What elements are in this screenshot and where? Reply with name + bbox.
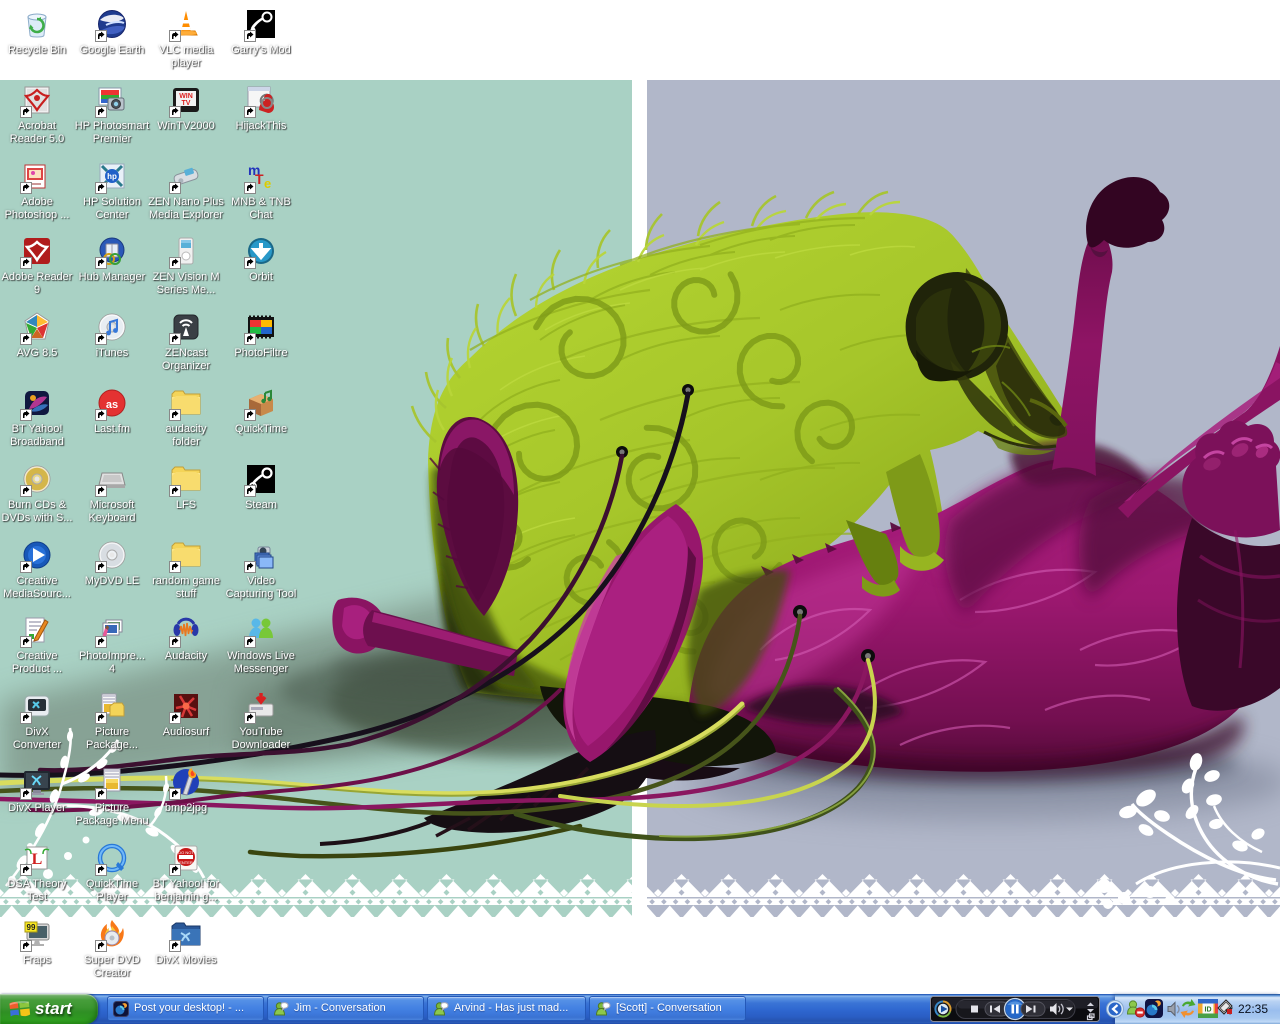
svg-text:TV: TV [182, 100, 191, 107]
svg-text:WIN: WIN [179, 93, 193, 100]
svg-text:99: 99 [27, 923, 36, 932]
svg-text:T: T [255, 171, 264, 187]
svg-text:e: e [264, 176, 271, 191]
svg-text:as: as [106, 399, 118, 411]
svg-text:ENTER: ENTER [179, 860, 193, 865]
svg-text:DO NOT: DO NOT [178, 850, 194, 855]
svg-text:ID: ID [1205, 1007, 1212, 1014]
svg-text:L: L [32, 851, 43, 868]
svg-text:hp: hp [107, 172, 117, 181]
